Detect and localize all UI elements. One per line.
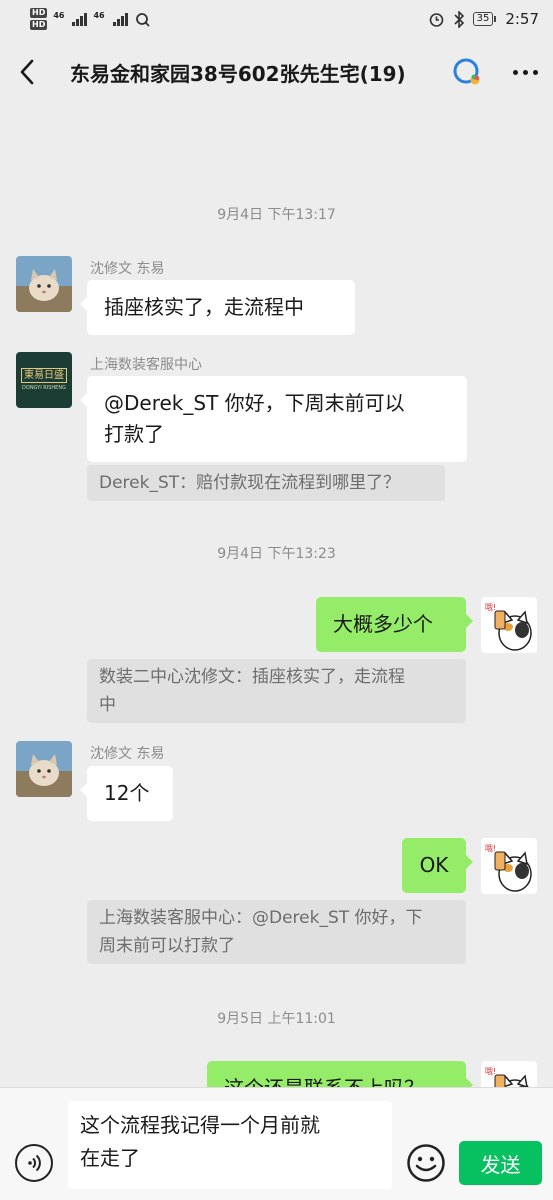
- svg-text:哦!: 哦!: [485, 843, 496, 853]
- send-button[interactable]: 发送: [459, 1141, 542, 1185]
- sender-name: 沈修文 东易: [90, 261, 165, 277]
- cat-photo-avatar: [16, 741, 72, 797]
- network-type-1: 46: [53, 10, 65, 20]
- my-avatar[interactable]: 哦!: [481, 838, 537, 894]
- cat-photo-avatar: [16, 256, 72, 312]
- sender-name: 上海数装客服中心: [90, 357, 202, 373]
- logo-subtext: DONGYI RISHENG: [22, 385, 66, 391]
- wifi-search-icon: [135, 13, 150, 27]
- message-bubble[interactable]: 12个: [80, 766, 173, 821]
- clock: 2:57: [505, 10, 539, 28]
- logo-text: 東易日盛: [21, 368, 67, 383]
- company-logo-avatar: 東易日盛 DONGYI RISHENG: [16, 352, 72, 408]
- alarm-icon: [429, 12, 443, 27]
- quote-text-line: 中: [99, 695, 116, 715]
- svg-text:哦!: 哦!: [485, 1066, 496, 1076]
- enterprise-wechat-icon[interactable]: [451, 56, 483, 88]
- emoji-icon[interactable]: [406, 1143, 446, 1183]
- message-bubble[interactable]: 插座核实了，走流程中: [80, 280, 355, 335]
- input-text-line: 这个流程我记得一个月前就: [80, 1113, 320, 1137]
- my-avatar[interactable]: 哦!: [481, 597, 537, 653]
- svg-text:哦!: 哦!: [485, 602, 496, 612]
- more-dot-icon: [522, 69, 528, 75]
- message-text-line: @Derek_ST 你好，下周末前可以: [104, 391, 405, 415]
- timestamp: 9月4日 下午13:23: [217, 546, 336, 562]
- message-bubble-outgoing[interactable]: 大概多少个: [316, 597, 473, 652]
- back-arrow-icon: [20, 59, 34, 85]
- avatar[interactable]: 東易日盛 DONGYI RISHENG: [16, 352, 72, 408]
- input-text-line: 在走了: [80, 1146, 140, 1170]
- input-bar: 这个流程我记得一个月前就 在走了 发送: [0, 1087, 553, 1200]
- voice-input-button[interactable]: [15, 1144, 53, 1182]
- message-text-line: 打款了: [104, 422, 164, 446]
- signal-icon: [72, 12, 88, 26]
- more-dot-icon: [512, 69, 518, 75]
- quoted-message[interactable]: 上海数装客服中心：@Derek_ST 你好，下 周末前可以打款了: [87, 900, 466, 964]
- cartoon-cat-avatar: 哦!: [481, 597, 537, 653]
- status-right: 35 2:57: [428, 10, 539, 28]
- network-type-2: 46: [93, 10, 105, 20]
- cartoon-cat-avatar: 哦!: [481, 838, 537, 894]
- chat-header: 东易金和家园38号602张先生宅(19): [0, 38, 553, 106]
- message-input[interactable]: 这个流程我记得一个月前就 在走了: [68, 1101, 392, 1189]
- signal-icon-2: [112, 12, 128, 26]
- quote-text-line: 周末前可以打款了: [99, 936, 235, 956]
- back-button[interactable]: [0, 38, 54, 106]
- quoted-message[interactable]: 数装二中心沈修文：插座核实了，走流程 中: [87, 659, 466, 723]
- status-bar: HD HD 46 46 35 2:57: [0, 0, 553, 38]
- sender-name: 沈修文 东易: [90, 746, 165, 762]
- more-options-button[interactable]: [497, 38, 553, 106]
- hd-indicator: HD HD: [30, 8, 48, 30]
- battery-icon: 35: [472, 12, 497, 26]
- message-bubble[interactable]: @Derek_ST 你好，下周末前可以 打款了: [80, 376, 467, 462]
- message-bubble-outgoing[interactable]: OK: [402, 838, 473, 893]
- chat-screen: HD HD 46 46 35 2:57 东易金和家园38号602张先生宅(19): [0, 0, 553, 1200]
- avatar[interactable]: [16, 741, 72, 797]
- hd-badge-2: HD: [30, 20, 48, 30]
- timestamp: 9月4日 下午13:17: [217, 207, 336, 223]
- timestamp: 9月5日 上午11:01: [217, 1011, 336, 1027]
- chat-title: 东易金和家园38号602张先生宅(19): [70, 61, 406, 86]
- status-left: HD HD 46 46: [30, 8, 428, 30]
- avatar[interactable]: [16, 256, 72, 312]
- quoted-message[interactable]: Derek_ST：赔付款现在流程到哪里了？: [87, 465, 445, 501]
- quote-text-line: 上海数装客服中心：@Derek_ST 你好，下: [99, 908, 423, 928]
- more-dot-icon: [532, 69, 538, 75]
- quote-text-line: 数装二中心沈修文：插座核实了，走流程: [99, 667, 405, 687]
- bluetooth-icon: [454, 10, 464, 28]
- hd-badge-1: HD: [30, 8, 48, 18]
- voice-icon: [28, 1154, 41, 1172]
